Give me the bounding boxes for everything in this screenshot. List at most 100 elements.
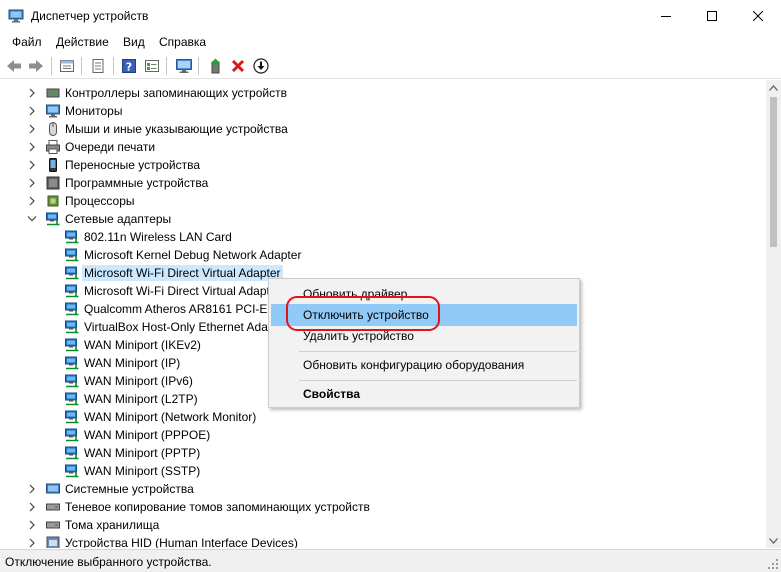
device-manager-app-icon bbox=[8, 8, 24, 24]
monitor-scan-icon bbox=[176, 59, 192, 73]
tree-row-label: Тома хранилища bbox=[65, 518, 160, 532]
tree-row-label: WAN Miniport (Network Monitor) bbox=[84, 410, 257, 424]
back-button[interactable] bbox=[4, 56, 24, 76]
tree-row[interactable]: Очереди печати bbox=[0, 138, 766, 156]
show-hidden-button[interactable] bbox=[88, 56, 108, 76]
close-button[interactable] bbox=[735, 0, 781, 32]
scroll-up-button[interactable] bbox=[766, 80, 781, 95]
tree-row-label: Программные устройства bbox=[65, 176, 209, 190]
forward-button[interactable] bbox=[26, 56, 46, 76]
tree-row-label: 802.11n Wireless LAN Card bbox=[84, 230, 232, 244]
tree-row[interactable]: Microsoft Kernel Debug Network Adapter bbox=[0, 246, 766, 264]
tree-row-label: Microsoft Wi-Fi Direct Virtual Adapt bbox=[84, 284, 270, 298]
tree-row[interactable]: 802.11n Wireless LAN Card bbox=[0, 228, 766, 246]
close-icon bbox=[753, 11, 763, 21]
svg-text:?: ? bbox=[126, 61, 132, 74]
tree-row[interactable]: WAN Miniport (PPTP) bbox=[0, 444, 766, 462]
tree-row-label: WAN Miniport (SSTP) bbox=[84, 464, 201, 478]
maximize-button[interactable] bbox=[689, 0, 735, 32]
scroll-down-button[interactable] bbox=[766, 533, 781, 548]
menu-file[interactable]: Файл bbox=[12, 35, 42, 49]
tree-row[interactable]: WAN Miniport (PPPOE) bbox=[0, 426, 766, 444]
printer-icon bbox=[46, 140, 60, 154]
update-driver-button[interactable] bbox=[205, 56, 225, 76]
update-driver-icon bbox=[211, 58, 220, 74]
help-button[interactable]: ? bbox=[119, 56, 139, 76]
tree-row[interactable]: WAN Miniport (Network Monitor) bbox=[0, 408, 766, 426]
network-adapter-icon bbox=[65, 266, 79, 280]
scroll-up-arrow-icon bbox=[769, 84, 778, 91]
tree-row[interactable]: WAN Miniport (SSTP) bbox=[0, 462, 766, 480]
minimize-button[interactable] bbox=[643, 0, 689, 32]
tree-row[interactable]: Программные устройства bbox=[0, 174, 766, 192]
tree-row-label: Устройства HID (Human Interface Devices) bbox=[65, 536, 298, 548]
menu-action[interactable]: Действие bbox=[56, 35, 109, 49]
processor-icon bbox=[47, 195, 59, 207]
system-device-icon bbox=[46, 483, 60, 494]
collapsed-chevron-icon[interactable] bbox=[27, 501, 37, 513]
collapsed-chevron-icon[interactable] bbox=[27, 141, 37, 153]
storage-volume-icon bbox=[46, 521, 60, 529]
network-adapter-icon bbox=[65, 374, 79, 388]
network-adapter-icon bbox=[65, 392, 79, 406]
monitor-icon bbox=[46, 104, 60, 118]
scroll-down-arrow-icon bbox=[769, 537, 778, 544]
status-bar: Отключение выбранного устройства. bbox=[0, 549, 781, 572]
tree-row-label: WAN Miniport (PPPOE) bbox=[84, 428, 211, 442]
uninstall-button[interactable] bbox=[228, 56, 248, 76]
collapsed-chevron-icon[interactable] bbox=[27, 195, 37, 207]
annotation-highlight-ring bbox=[286, 296, 440, 331]
tree-row[interactable]: Контроллеры запоминающих устройств bbox=[0, 84, 766, 102]
toolbar-separator bbox=[198, 57, 199, 75]
scan-hardware-button[interactable] bbox=[174, 56, 194, 76]
tree-row-label: Теневое копирование томов запоминающих у… bbox=[65, 500, 370, 514]
expanded-chevron-icon[interactable] bbox=[27, 213, 37, 225]
network-adapter-icon bbox=[65, 464, 79, 478]
tree-row[interactable]: Процессоры bbox=[0, 192, 766, 210]
resize-grip-icon[interactable] bbox=[768, 559, 779, 570]
tree-row[interactable]: Устройства HID (Human Interface Devices) bbox=[0, 534, 766, 548]
maximize-icon bbox=[707, 11, 717, 21]
tree-row-label: Qualcomm Atheros AR8161 PCI-E ( bbox=[84, 302, 275, 316]
tree-row[interactable]: Теневое копирование томов запоминающих у… bbox=[0, 498, 766, 516]
title-bar: Диспетчер устройств bbox=[0, 0, 781, 32]
menu-properties[interactable]: Свойства bbox=[271, 383, 577, 405]
scrollbar-thumb[interactable] bbox=[770, 97, 777, 247]
collapsed-chevron-icon[interactable] bbox=[27, 105, 37, 117]
network-adapter-icon bbox=[65, 302, 79, 316]
menu-help[interactable]: Справка bbox=[159, 35, 206, 49]
collapsed-chevron-icon[interactable] bbox=[27, 537, 37, 548]
tree-row[interactable]: Переносные устройства bbox=[0, 156, 766, 174]
tree-row[interactable]: Тома хранилища bbox=[0, 516, 766, 534]
network-adapter-icon bbox=[46, 212, 60, 226]
tree-row[interactable]: Мониторы bbox=[0, 102, 766, 120]
properties-view-button[interactable] bbox=[57, 56, 77, 76]
network-adapter-icon bbox=[65, 410, 79, 424]
menu-scan-hardware-changes[interactable]: Обновить конфигурацию оборудования bbox=[271, 354, 577, 376]
network-adapter-icon bbox=[65, 248, 79, 262]
network-adapter-icon bbox=[65, 284, 79, 298]
storage-controller-icon bbox=[46, 88, 60, 98]
disable-device-button[interactable] bbox=[251, 56, 271, 76]
tree-row-label: WAN Miniport (IKEv2) bbox=[84, 338, 201, 352]
collapsed-chevron-icon[interactable] bbox=[27, 123, 37, 135]
collapsed-chevron-icon[interactable] bbox=[27, 177, 37, 189]
tree-row-label: Процессоры bbox=[65, 194, 135, 208]
collapsed-chevron-icon[interactable] bbox=[27, 159, 37, 171]
tree-row[interactable]: Сетевые адаптеры bbox=[0, 210, 766, 228]
tree-row-label: VirtualBox Host-Only Ethernet Ada bbox=[84, 320, 268, 334]
tree-row-label: Сетевые адаптеры bbox=[65, 212, 172, 226]
tree-row[interactable]: Системные устройства bbox=[0, 480, 766, 498]
vertical-scrollbar[interactable] bbox=[766, 80, 781, 548]
tree-row[interactable]: Мыши и иные указывающие устройства bbox=[0, 120, 766, 138]
network-adapter-icon bbox=[65, 446, 79, 460]
collapsed-chevron-icon[interactable] bbox=[27, 87, 37, 99]
toolbar-separator bbox=[51, 57, 52, 75]
resources-view-button[interactable] bbox=[142, 56, 162, 76]
menu-separator bbox=[299, 380, 577, 381]
collapsed-chevron-icon[interactable] bbox=[27, 483, 37, 495]
collapsed-chevron-icon[interactable] bbox=[27, 519, 37, 531]
menu-view[interactable]: Вид bbox=[123, 35, 145, 49]
menu-separator bbox=[299, 351, 577, 352]
tree-row-label: Системные устройства bbox=[65, 482, 194, 496]
